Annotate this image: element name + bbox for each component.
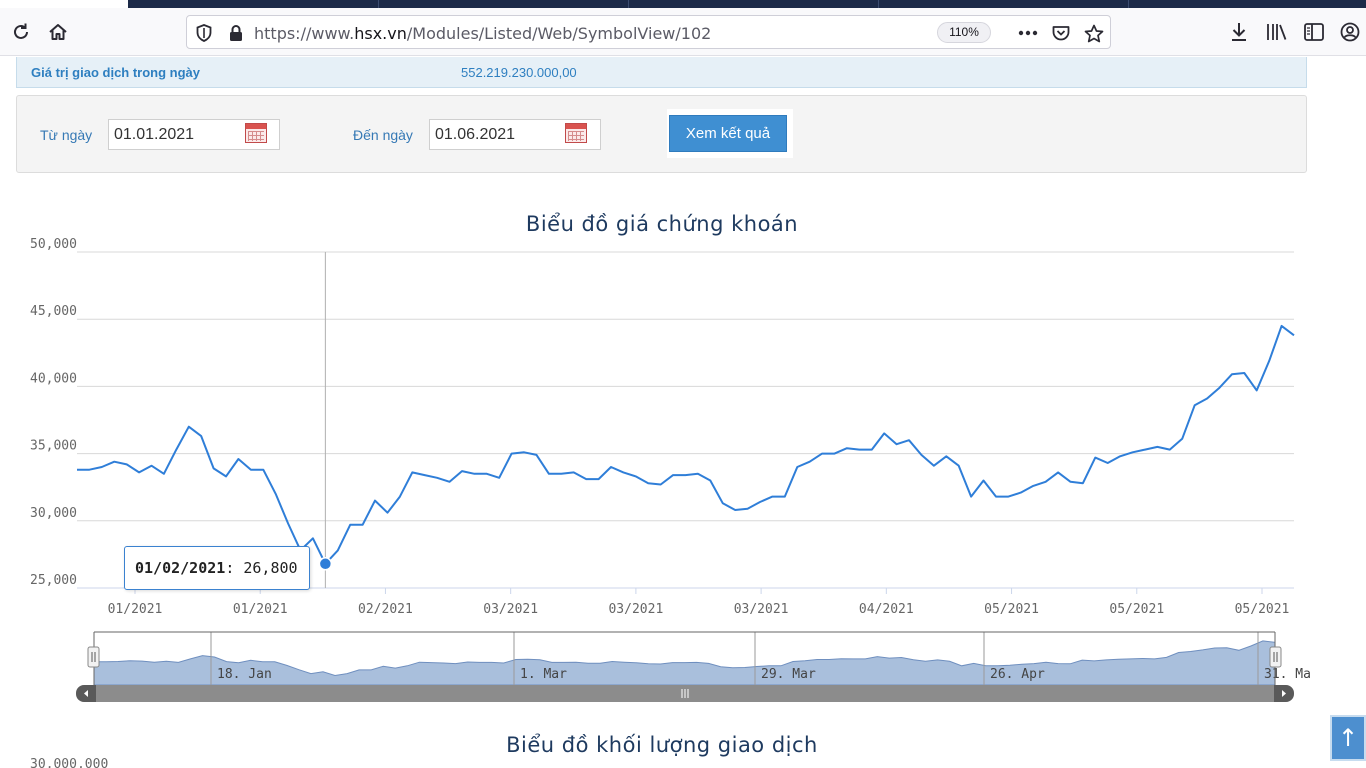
y-tick-label: 45,000 xyxy=(30,304,77,319)
sidebar-icon[interactable] xyxy=(1299,8,1329,56)
reload-icon[interactable] xyxy=(6,8,36,56)
browser-tab-strip xyxy=(128,0,1366,8)
library-icon[interactable] xyxy=(1262,8,1292,56)
tooltip-separator: : xyxy=(225,559,235,577)
x-tick-label: 03/2021 xyxy=(734,602,789,617)
volume-y-tick: 30,000,000 xyxy=(30,757,109,768)
x-tick-label: 03/2021 xyxy=(608,602,663,617)
more-actions-icon[interactable] xyxy=(1015,20,1041,46)
y-tick-label: 30,000 xyxy=(30,506,77,521)
url-bar[interactable]: https://www.hsx.vn/Modules/Listed/Web/Sy… xyxy=(186,15,1111,49)
x-tick-label: 01/2021 xyxy=(108,602,163,617)
arrow-up-icon: ↑ xyxy=(1337,724,1359,752)
x-tick-label: 05/2021 xyxy=(984,602,1039,617)
chart-grid xyxy=(77,251,1294,589)
submit-button-wrapper: Xem kết quả xyxy=(667,109,793,158)
navigator-left-handle[interactable] xyxy=(87,646,100,668)
navigator-label: 18. Jan xyxy=(217,667,272,682)
lock-icon[interactable] xyxy=(223,20,249,46)
pocket-icon[interactable] xyxy=(1048,20,1074,46)
calendar-icon[interactable] xyxy=(565,123,587,143)
page-root: https://www.hsx.vn/Modules/Listed/Web/Sy… xyxy=(0,0,1366,768)
daily-trading-value-row: Giá trị giao dịch trong ngày 552.219.230… xyxy=(16,57,1307,88)
url-text[interactable]: https://www.hsx.vn/Modules/Listed/Web/Sy… xyxy=(254,24,711,43)
download-icon[interactable] xyxy=(1224,8,1254,56)
price-tooltip: 01/02/2021: 26,800 xyxy=(124,546,310,590)
y-tick-label: 40,000 xyxy=(30,371,77,386)
y-tick-label: 50,000 xyxy=(30,237,77,252)
navigator-label: 29. Mar xyxy=(761,667,816,682)
home-icon[interactable] xyxy=(43,8,73,56)
scroll-to-top-button[interactable]: ↑ xyxy=(1330,715,1366,761)
navigator-right-handle[interactable] xyxy=(1269,646,1282,668)
price-series-line[interactable] xyxy=(77,324,1295,565)
hover-point-marker xyxy=(318,557,333,571)
bookmark-star-icon[interactable] xyxy=(1081,20,1107,46)
daily-trading-value-label: Giá trị giao dịch trong ngày xyxy=(31,65,201,80)
to-date-label: Đến ngày xyxy=(353,127,413,143)
x-tick-label: 05/2021 xyxy=(1109,602,1164,617)
x-tick-label: 03/2021 xyxy=(483,602,538,617)
view-results-button[interactable]: Xem kết quả xyxy=(669,115,787,152)
date-filter-panel: Từ ngày 01.01.2021 Đến ngày 01.06.2021 X… xyxy=(16,95,1307,173)
y-tick-label: 25,000 xyxy=(30,573,77,588)
navigator[interactable]: 18. Jan 1. Mar 29. Mar 26. Apr 31. Ma xyxy=(76,631,1311,702)
from-date-label: Từ ngày xyxy=(40,127,93,143)
x-tick-label: 01/2021 xyxy=(233,602,288,617)
zoom-level-badge[interactable]: 110% xyxy=(937,22,991,43)
account-icon[interactable] xyxy=(1335,8,1365,56)
x-axis: 01/2021 01/2021 02/2021 03/2021 03/2021 03/20… xyxy=(108,588,1290,617)
browser-toolbar: https://www.hsx.vn/Modules/Listed/Web/Sy… xyxy=(0,8,1366,56)
volume-chart-title: Biểu đồ khối lượng giao dịch xyxy=(506,733,818,757)
navigator-label: 26. Apr xyxy=(990,667,1045,682)
calendar-icon[interactable] xyxy=(245,123,267,143)
y-tick-label: 35,000 xyxy=(30,439,77,454)
tracking-shield-icon[interactable] xyxy=(191,20,217,46)
navigator-label: 1. Mar xyxy=(520,667,567,682)
daily-trading-value: 552.219.230.000,00 xyxy=(461,65,577,80)
tooltip-value: 26,800 xyxy=(243,559,298,577)
price-chart[interactable]: 25,000 30,000 35,000 40,000 45,000 50,000 01/… xyxy=(0,230,1320,710)
navigator-scrollbar[interactable] xyxy=(76,685,1294,702)
x-tick-label: 02/2021 xyxy=(358,602,413,617)
navigator-label: 31. Ma xyxy=(1264,667,1311,682)
x-tick-label: 04/2021 xyxy=(859,602,914,617)
x-tick-label: 05/2021 xyxy=(1235,602,1290,617)
y-axis: 25,000 30,000 35,000 40,000 45,000 50,000 xyxy=(30,237,77,588)
tooltip-date: 01/02/2021 xyxy=(135,559,226,577)
